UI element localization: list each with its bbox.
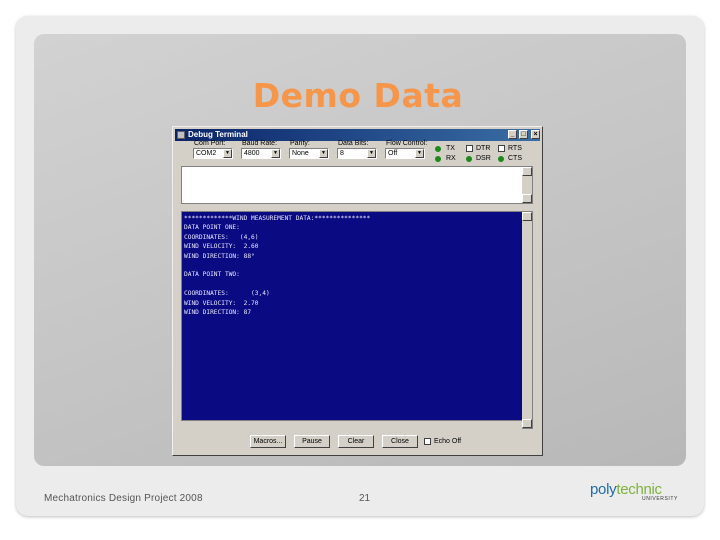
slide-title: Demo Data: [252, 76, 464, 115]
scroll-up-button[interactable]: [522, 212, 532, 221]
cts-label: CTS: [508, 155, 522, 162]
slide-number: 21: [359, 493, 371, 504]
maximize-button[interactable]: □: [519, 130, 528, 139]
logo-text-poly: poly: [590, 481, 617, 498]
terminal-line: DATA POINT ONE:: [184, 224, 240, 232]
transmit-textarea[interactable]: [181, 166, 533, 204]
chevron-down-icon[interactable]: ▼: [223, 149, 232, 158]
scroll-down-button[interactable]: [522, 194, 532, 203]
transmit-scrollbar[interactable]: [522, 167, 532, 203]
dtr-checkbox[interactable]: [466, 145, 473, 152]
rts-checkbox[interactable]: [498, 145, 505, 152]
polytechnic-logo: polytechnic UNIVERSITY: [590, 481, 682, 502]
flow-control-select[interactable]: Off ▼: [385, 148, 425, 159]
tx-label: TX: [446, 145, 455, 152]
data-bits-value: 8: [340, 150, 344, 157]
tx-led-icon: [435, 146, 441, 152]
terminal-line: DATA POINT TWO:: [184, 271, 240, 279]
baud-rate-select[interactable]: 4800 ▼: [241, 148, 281, 159]
echo-off-label: Echo Off: [434, 438, 462, 445]
flow-control-label: Flow Control:: [386, 140, 428, 147]
parity-value: None: [292, 150, 309, 157]
scroll-up-button[interactable]: [522, 167, 532, 176]
receive-scrollbar[interactable]: [522, 212, 532, 428]
chevron-down-icon[interactable]: ▼: [415, 149, 424, 158]
com-port-value: COM2: [196, 150, 217, 157]
receive-terminal[interactable]: *************WIND MEASUREMENT DATA:*****…: [181, 211, 533, 429]
parity-label: Parity:: [290, 140, 310, 147]
baud-rate-label: Baud Rate:: [242, 140, 278, 147]
cts-led-icon: [498, 156, 504, 162]
receive-horizontal-scrollbar[interactable]: [181, 420, 522, 429]
terminal-line: *************WIND MEASUREMENT DATA:*****…: [184, 215, 371, 222]
minimize-button[interactable]: _: [508, 130, 517, 139]
dsr-led-icon: [466, 156, 472, 162]
terminal-line: WIND VELOCITY: 2.60: [184, 243, 259, 251]
pause-button[interactable]: Pause: [294, 435, 330, 448]
chevron-down-icon[interactable]: ▼: [319, 149, 328, 158]
macros-button[interactable]: Macros...: [250, 435, 286, 448]
terminal-line: WIND DIRECTION: 87: [184, 309, 252, 317]
footer-project-name: Mechatronics Design Project 2008: [44, 493, 203, 504]
com-port-label: Com Port:: [194, 140, 226, 147]
data-bits-select[interactable]: 8 ▼: [337, 148, 377, 159]
app-icon: [177, 131, 185, 139]
echo-off-checkbox[interactable]: [424, 438, 431, 445]
receive-text: *************WIND MEASUREMENT DATA:*****…: [184, 214, 520, 317]
terminal-line: COORDINATES: (4,6): [184, 233, 259, 241]
close-button[interactable]: Close: [382, 435, 418, 448]
flow-control-value: Off: [388, 150, 398, 157]
baud-rate-value: 4800: [244, 150, 260, 157]
scroll-down-button[interactable]: [522, 419, 532, 428]
close-window-button[interactable]: ×: [531, 130, 540, 139]
parity-select[interactable]: None ▼: [289, 148, 329, 159]
rts-label: RTS: [508, 145, 522, 152]
com-port-select[interactable]: COM2 ▼: [193, 148, 233, 159]
rx-led-icon: [435, 156, 441, 162]
terminal-line: WIND VELOCITY: 2.70: [184, 299, 259, 307]
terminal-line: WIND DIRECTION: 88°: [184, 252, 255, 260]
chevron-down-icon[interactable]: ▼: [271, 149, 280, 158]
rx-label: RX: [446, 155, 456, 162]
data-bits-label: Data Bits:: [338, 140, 369, 147]
terminal-line: COORDINATES: (3,4): [184, 290, 270, 298]
dtr-label: DTR: [476, 145, 491, 152]
chevron-down-icon[interactable]: ▼: [367, 149, 376, 158]
dsr-label: DSR: [476, 155, 491, 162]
clear-button[interactable]: Clear: [338, 435, 374, 448]
